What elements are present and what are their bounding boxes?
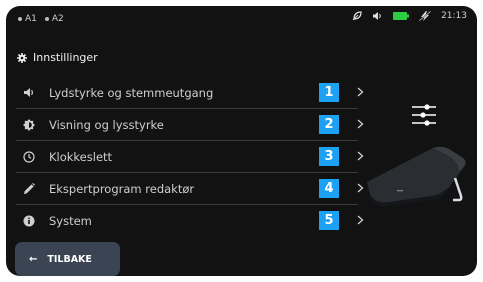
volume-icon xyxy=(22,86,36,100)
pencil-icon xyxy=(22,182,36,196)
volume-icon xyxy=(373,12,381,20)
menu-item-label: Lydstyrke og stemmeutgang xyxy=(49,85,214,100)
brightness-icon xyxy=(22,118,36,132)
menu-number-badge: 2 xyxy=(319,115,339,134)
status-item-a2: A2 xyxy=(44,14,64,24)
settings-menu: Lydstyrke og stemmeutgang 1 Visning og l… xyxy=(16,77,363,236)
menu-number-badge: 4 xyxy=(319,179,339,198)
back-button[interactable]: ← TILBAKE xyxy=(15,242,120,276)
menu-item-system[interactable]: System 5 xyxy=(16,205,363,236)
clock-icon xyxy=(22,150,36,164)
menu-item-expert-editor[interactable]: Ekspertprogram redaktør 4 xyxy=(16,173,363,205)
status-item-a1: A1 xyxy=(18,14,37,24)
arrow-left-icon: ← xyxy=(29,253,38,265)
menu-item-label: Visning og lysstyrke xyxy=(49,117,164,132)
device-illustration xyxy=(367,146,466,207)
status-right: 21:13 xyxy=(352,11,467,21)
device-screen: A1 A2 21:13 Innstillinger Lydstyrke og s… xyxy=(6,6,477,276)
status-item-label: A2 xyxy=(51,14,64,24)
menu-item-label: Ekspertprogram redaktør xyxy=(49,181,195,196)
dot-icon xyxy=(44,17,49,21)
menu-number-badge: 1 xyxy=(319,83,339,102)
page-title-label: Innstillinger xyxy=(33,51,98,64)
info-icon xyxy=(22,214,36,228)
status-bar: A1 A2 21:13 xyxy=(6,6,477,32)
menu-item-label: System xyxy=(49,213,92,228)
page-title: Innstillinger xyxy=(17,51,98,64)
chevron-right-icon xyxy=(354,213,366,227)
menu-number-badge: 5 xyxy=(319,211,339,230)
menu-number-badge: 3 xyxy=(319,147,339,166)
sliders-icon xyxy=(412,104,436,126)
dot-icon xyxy=(18,17,22,21)
menu-item-sound[interactable]: Lydstyrke og stemmeutgang 1 xyxy=(16,77,363,109)
clock-time: 21:13 xyxy=(441,11,467,21)
charging-icon xyxy=(419,11,432,21)
chevron-right-icon xyxy=(354,117,366,131)
menu-item-display[interactable]: Visning og lysstyrke 2 xyxy=(16,109,363,141)
leaf-icon xyxy=(352,11,362,21)
status-left: A1 A2 xyxy=(18,14,64,24)
menu-item-clock[interactable]: Klokkeslett 3 xyxy=(16,141,363,173)
gear-icon xyxy=(17,52,27,63)
chevron-right-icon xyxy=(354,85,366,99)
back-button-label: TILBAKE xyxy=(47,253,92,265)
menu-item-label: Klokkeslett xyxy=(49,149,113,164)
status-item-label: A1 xyxy=(25,14,37,24)
battery-icon xyxy=(393,12,410,20)
